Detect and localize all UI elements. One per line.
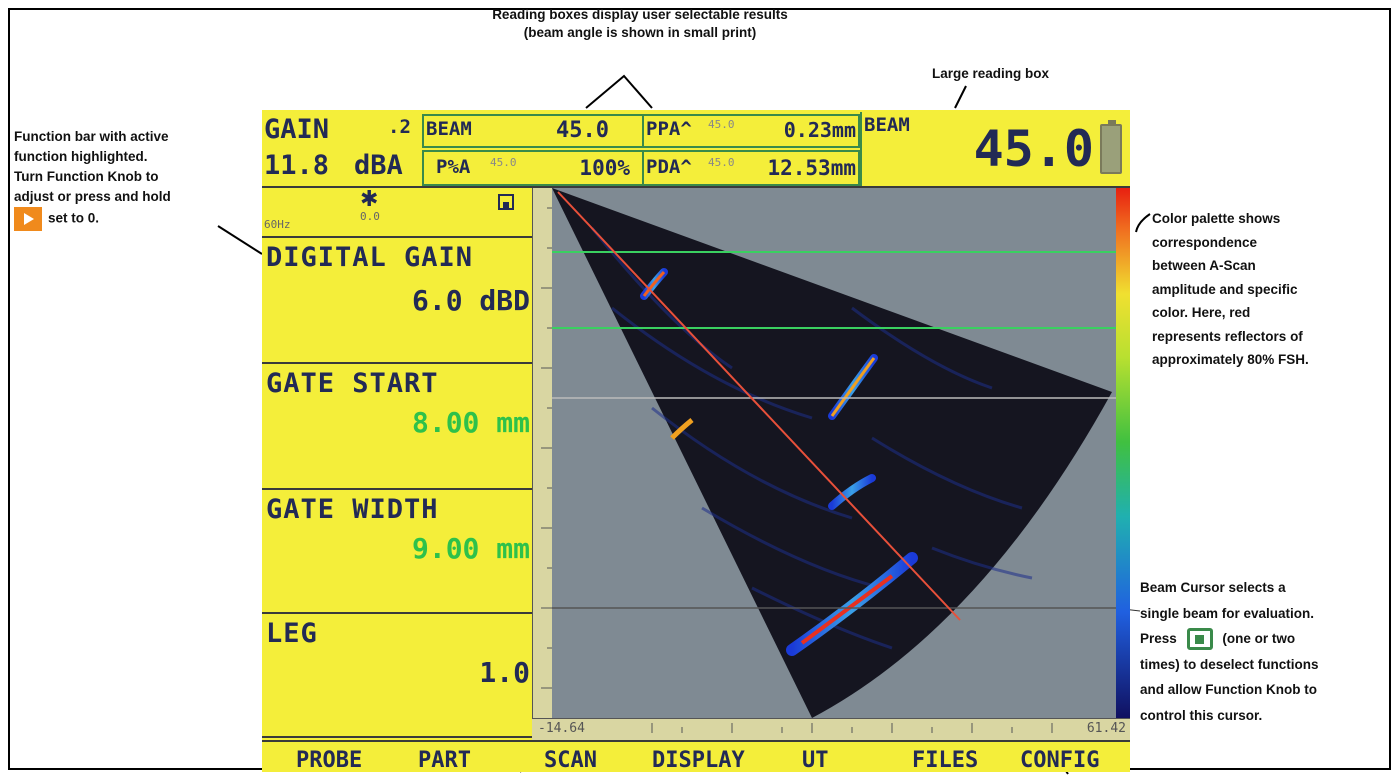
depth-ruler-ticks [541, 207, 553, 689]
sun-icon: ✱ [360, 186, 379, 211]
annotation-line: set to 0. [14, 207, 254, 231]
ppa-label: PPA^ [646, 118, 692, 140]
ppa-angle: 45.0 [708, 118, 735, 131]
status-strip: 60Hz ✱ 0.0 [262, 186, 532, 236]
large-reading-box[interactable]: BEAM 45.0 [860, 112, 1096, 186]
gain-value: 11.8 [264, 150, 330, 181]
index-ruler-ticks [651, 723, 1053, 733]
gain-label: GAIN [264, 114, 330, 145]
annotation-color-palette: Color palette shows correspondence betwe… [1152, 207, 1392, 372]
function-bar: PROBE PART SCAN DISPLAY UT FILES CONFIG [262, 740, 1130, 773]
pda-label: PDA^ [646, 156, 692, 178]
panel-value: 6.0 dBD [411, 284, 530, 317]
menu-ut[interactable]: UT [802, 748, 829, 773]
save-icon [498, 194, 514, 210]
index-ruler: -14.64 61.42 [532, 718, 1130, 741]
annotation-line: between A-Scan [1152, 258, 1256, 273]
frequency-readout: 60Hz [264, 218, 291, 231]
panel-gate-width[interactable]: GATE WIDTH 9.00 mm [262, 488, 532, 612]
annotation-line: amplitude and specific [1152, 281, 1298, 297]
annotation-line: Color palette shows [1152, 211, 1281, 226]
annotation-line: function highlighted. [14, 149, 148, 164]
sector-wedge [552, 188, 1112, 718]
annotation-line: Press (one or two [1140, 626, 1390, 652]
reading-box-ppa[interactable]: PPA^ 45.0 0.23mm [642, 114, 860, 148]
gain-box[interactable]: GAIN .2 11.8 dBA [262, 112, 422, 186]
panel-value: 8.00 mm [411, 406, 530, 439]
panel-leg[interactable]: LEG 1.0 [262, 612, 532, 738]
menu-display[interactable]: DISPLAY [652, 748, 745, 773]
large-reading-value: 45.0 [973, 120, 1094, 178]
annotation-text: (one or two [1222, 631, 1296, 646]
menu-probe[interactable]: PROBE [296, 748, 362, 773]
annotation-line: approximately 80% FSH. [1152, 352, 1309, 367]
reading-box-pxa[interactable]: P%A 45.0 100% [422, 150, 644, 186]
beam-value: 45.0 [556, 118, 609, 143]
annotation-line: Reading boxes display user selectable re… [492, 7, 788, 22]
annotation-line: single beam for evaluation. [1140, 605, 1315, 621]
annotation-line: and allow Function Knob to [1140, 682, 1317, 697]
annotation-line: represents reflectors of [1152, 328, 1303, 344]
ppa-value: 0.23mm [783, 118, 856, 142]
annotation-line: Turn Function Knob to [14, 169, 159, 184]
reading-box-pda[interactable]: PDA^ 45.0 12.53mm [642, 150, 860, 186]
beam-label: BEAM [426, 118, 472, 140]
panel-title: GATE START [266, 368, 439, 399]
color-palette-bar [1116, 188, 1130, 718]
menu-files[interactable]: FILES [912, 748, 978, 773]
annotation-line: times) to deselect functions [1140, 656, 1319, 672]
sector-scan-view[interactable] [552, 188, 1116, 718]
reading-box-beam[interactable]: BEAM 45.0 [422, 114, 644, 148]
panel-gate-start[interactable]: GATE START 8.00 mm [262, 362, 532, 488]
menu-scan[interactable]: SCAN [544, 748, 597, 773]
instrument-screen: GAIN .2 11.8 dBA BEAM 45.0 PPA^ 45.0 0.2… [262, 110, 1130, 773]
depth-ruler [532, 188, 553, 718]
annotation-line: color. Here, red [1152, 305, 1251, 320]
pda-value: 12.53mm [767, 156, 856, 180]
sector-scan-image [552, 188, 1116, 718]
pda-angle: 45.0 [708, 156, 735, 169]
annotation-line: correspondence [1152, 234, 1258, 250]
panel-title: DIGITAL GAIN [266, 242, 474, 273]
gain-step: .2 [388, 116, 411, 138]
annotation-text: Press [1140, 631, 1177, 646]
annotation-line: Function bar with active [14, 129, 169, 144]
annotation-line: adjust or press and hold [14, 189, 171, 204]
annotation-reading-boxes: Reading boxes display user selectable re… [430, 6, 850, 42]
pxa-value: 100% [579, 156, 630, 180]
annotation-line: (beam angle is shown in small print) [523, 25, 757, 40]
annotation-line: control this cursor. [1140, 707, 1263, 723]
pxa-angle: 45.0 [490, 156, 517, 169]
sun-value: 0.0 [360, 210, 380, 223]
menu-part[interactable]: PART [418, 748, 471, 773]
pxa-label: P%A [436, 156, 471, 178]
large-reading-label: BEAM [864, 114, 910, 136]
menu-config[interactable]: CONFIG [1020, 748, 1099, 773]
cursor-key-icon [1186, 628, 1213, 651]
play-key-icon [14, 207, 42, 231]
annotation-beam-cursor: Beam Cursor selects a single beam for ev… [1140, 575, 1390, 728]
annotation-line: Beam Cursor selects a [1140, 580, 1286, 595]
annotation-function-bar: Function bar with active function highli… [14, 127, 254, 231]
panel-digital-gain[interactable]: DIGITAL GAIN 6.0 dBD [262, 236, 532, 362]
annotation-large-box: Large reading box [932, 66, 1050, 81]
panel-title: GATE WIDTH [266, 494, 439, 525]
gain-unit: dBA [354, 150, 403, 181]
panel-value: 1.0 [479, 656, 530, 689]
panel-title: LEG [266, 618, 318, 649]
annotation-text: set to 0. [48, 210, 100, 226]
battery-icon [1100, 120, 1122, 174]
panel-value: 9.00 mm [411, 532, 530, 565]
